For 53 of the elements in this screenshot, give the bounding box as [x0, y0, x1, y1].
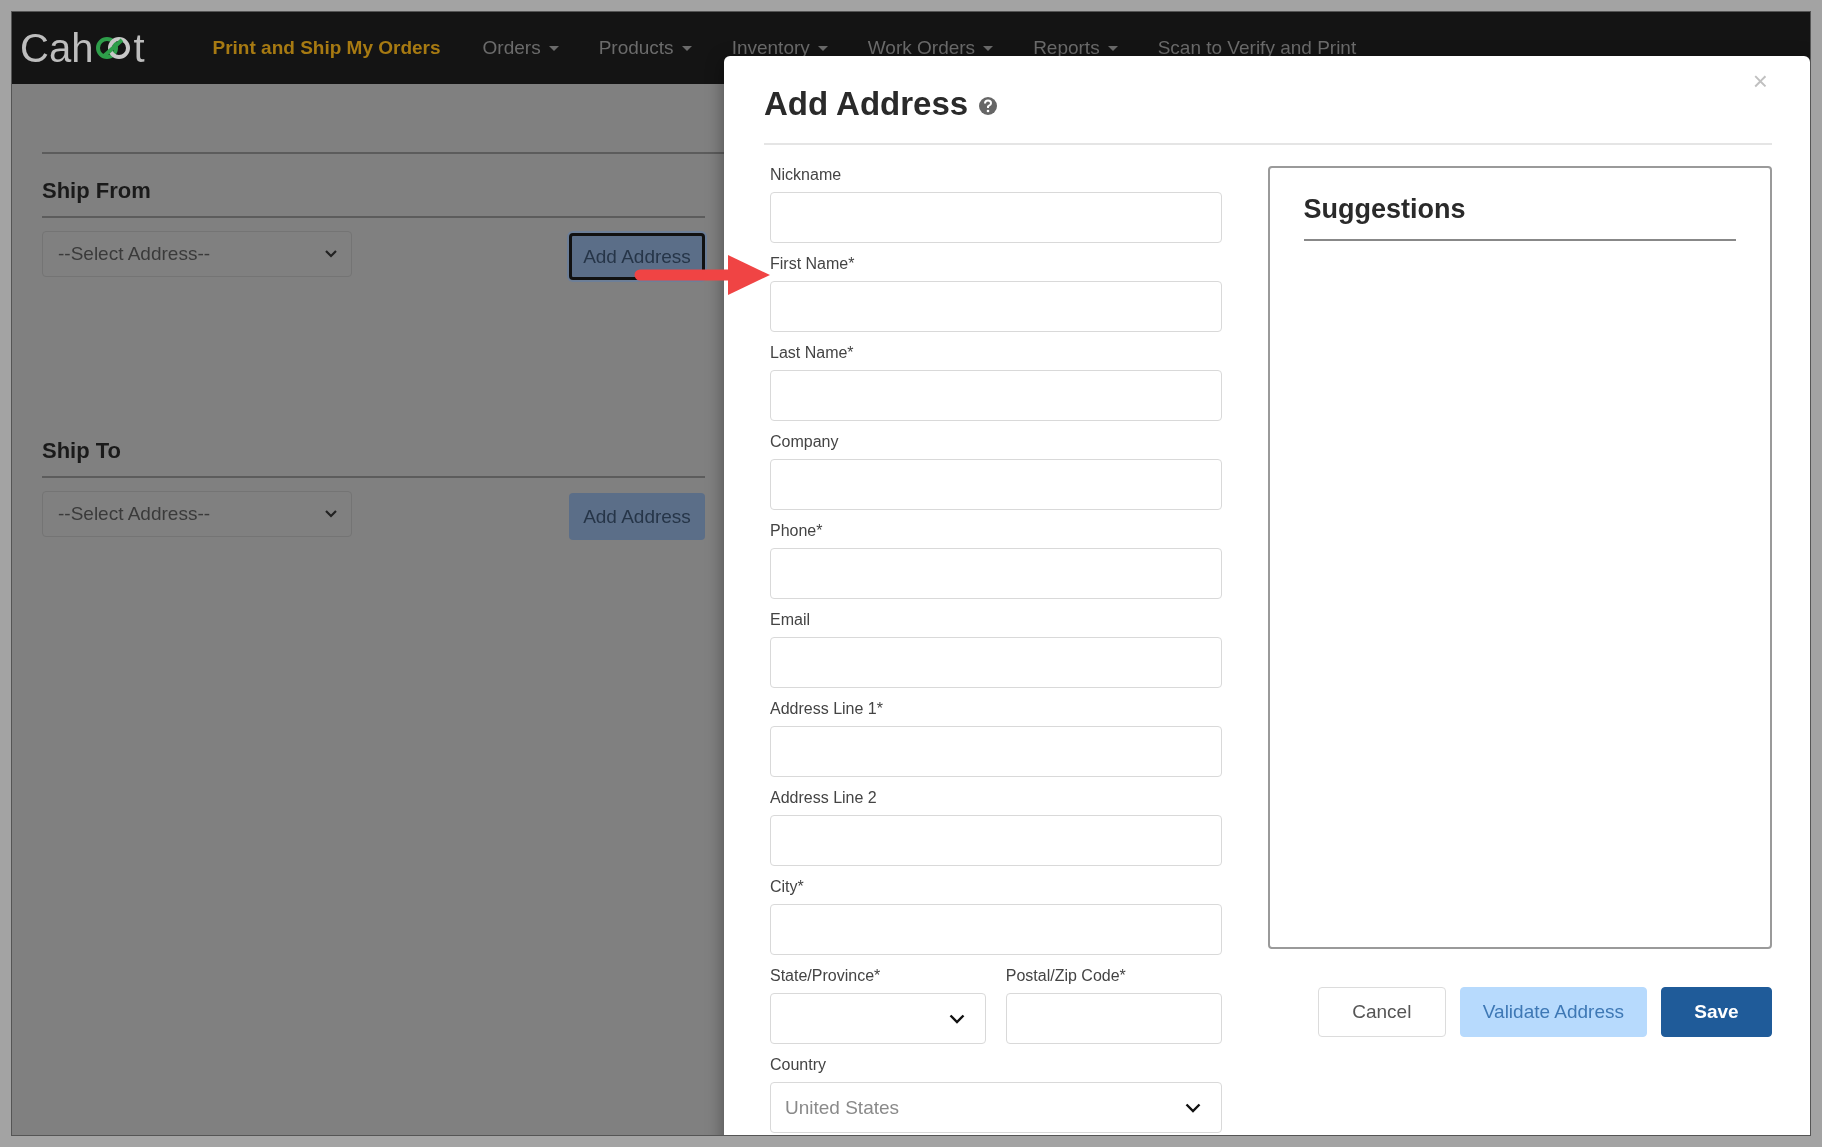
field-label: Last Name*: [770, 344, 855, 362]
field-label: Country: [770, 1056, 828, 1074]
select-field[interactable]: [770, 993, 986, 1044]
nav-link[interactable]: Work Orders: [867, 37, 994, 59]
linked-rings-icon: [95, 35, 132, 61]
field-label: State/Province*: [770, 967, 882, 985]
address-select[interactable]: --Select Address--: [42, 491, 352, 537]
input-field[interactable]: [770, 726, 1222, 777]
add-address-button[interactable]: Add Address: [569, 493, 705, 540]
input-field[interactable]: [770, 281, 1222, 332]
dialog-button[interactable]: Validate Address: [1459, 987, 1647, 1037]
nav-link[interactable]: Reports: [1033, 37, 1118, 59]
nav-link[interactable]: Print and Ship My Orders: [212, 37, 441, 59]
chevron-down-icon: [1184, 1102, 1201, 1113]
input-field[interactable]: [770, 815, 1222, 866]
nav-link[interactable]: Inventory: [731, 37, 828, 59]
help-icon[interactable]: [978, 95, 999, 116]
input-field[interactable]: [770, 637, 1222, 688]
input-field[interactable]: [1005, 993, 1222, 1044]
input-field[interactable]: [770, 459, 1222, 510]
caret-icon: [681, 45, 692, 51]
address-select[interactable]: --Select Address--: [42, 231, 352, 277]
field-label: Phone*: [770, 522, 824, 540]
nav-link[interactable]: Products: [598, 37, 692, 59]
panel-title: Suggestions: [1303, 194, 1467, 225]
field-label: Address Line 1*: [770, 700, 884, 718]
field-label: Company: [770, 433, 840, 451]
section-title: Ship From: [42, 178, 152, 204]
input-field[interactable]: [770, 548, 1222, 599]
field-label: Address Line 2: [770, 789, 878, 807]
section-title: Ship To: [42, 438, 123, 464]
field-label: Postal/Zip Code*: [1005, 967, 1127, 985]
nav-link[interactable]: Scan to Verify and Print: [1157, 37, 1357, 59]
input-field[interactable]: [770, 192, 1222, 243]
field-label: First Name*: [770, 255, 856, 273]
caret-icon: [983, 45, 994, 51]
chevron-down-icon: [948, 1013, 965, 1024]
dialog-title: Add Address: [764, 84, 969, 123]
chevron-down-icon: [325, 250, 337, 258]
dialog-button[interactable]: Save: [1661, 987, 1772, 1037]
chevron-down-icon: [325, 510, 337, 518]
input-field[interactable]: [770, 904, 1222, 955]
field-label: Nickname: [770, 166, 843, 184]
caret-icon: [817, 45, 828, 51]
input-field[interactable]: [770, 370, 1222, 421]
nav-link[interactable]: Orders: [482, 37, 559, 59]
logo[interactable]: Cah t: [20, 28, 145, 68]
close-button[interactable]: ×: [1748, 66, 1772, 97]
caret-icon: [1107, 45, 1118, 51]
dialog-button[interactable]: Cancel: [1317, 987, 1446, 1037]
field-label: Email: [770, 611, 811, 629]
caret-icon: [548, 45, 559, 51]
field-label: City*: [770, 878, 805, 896]
